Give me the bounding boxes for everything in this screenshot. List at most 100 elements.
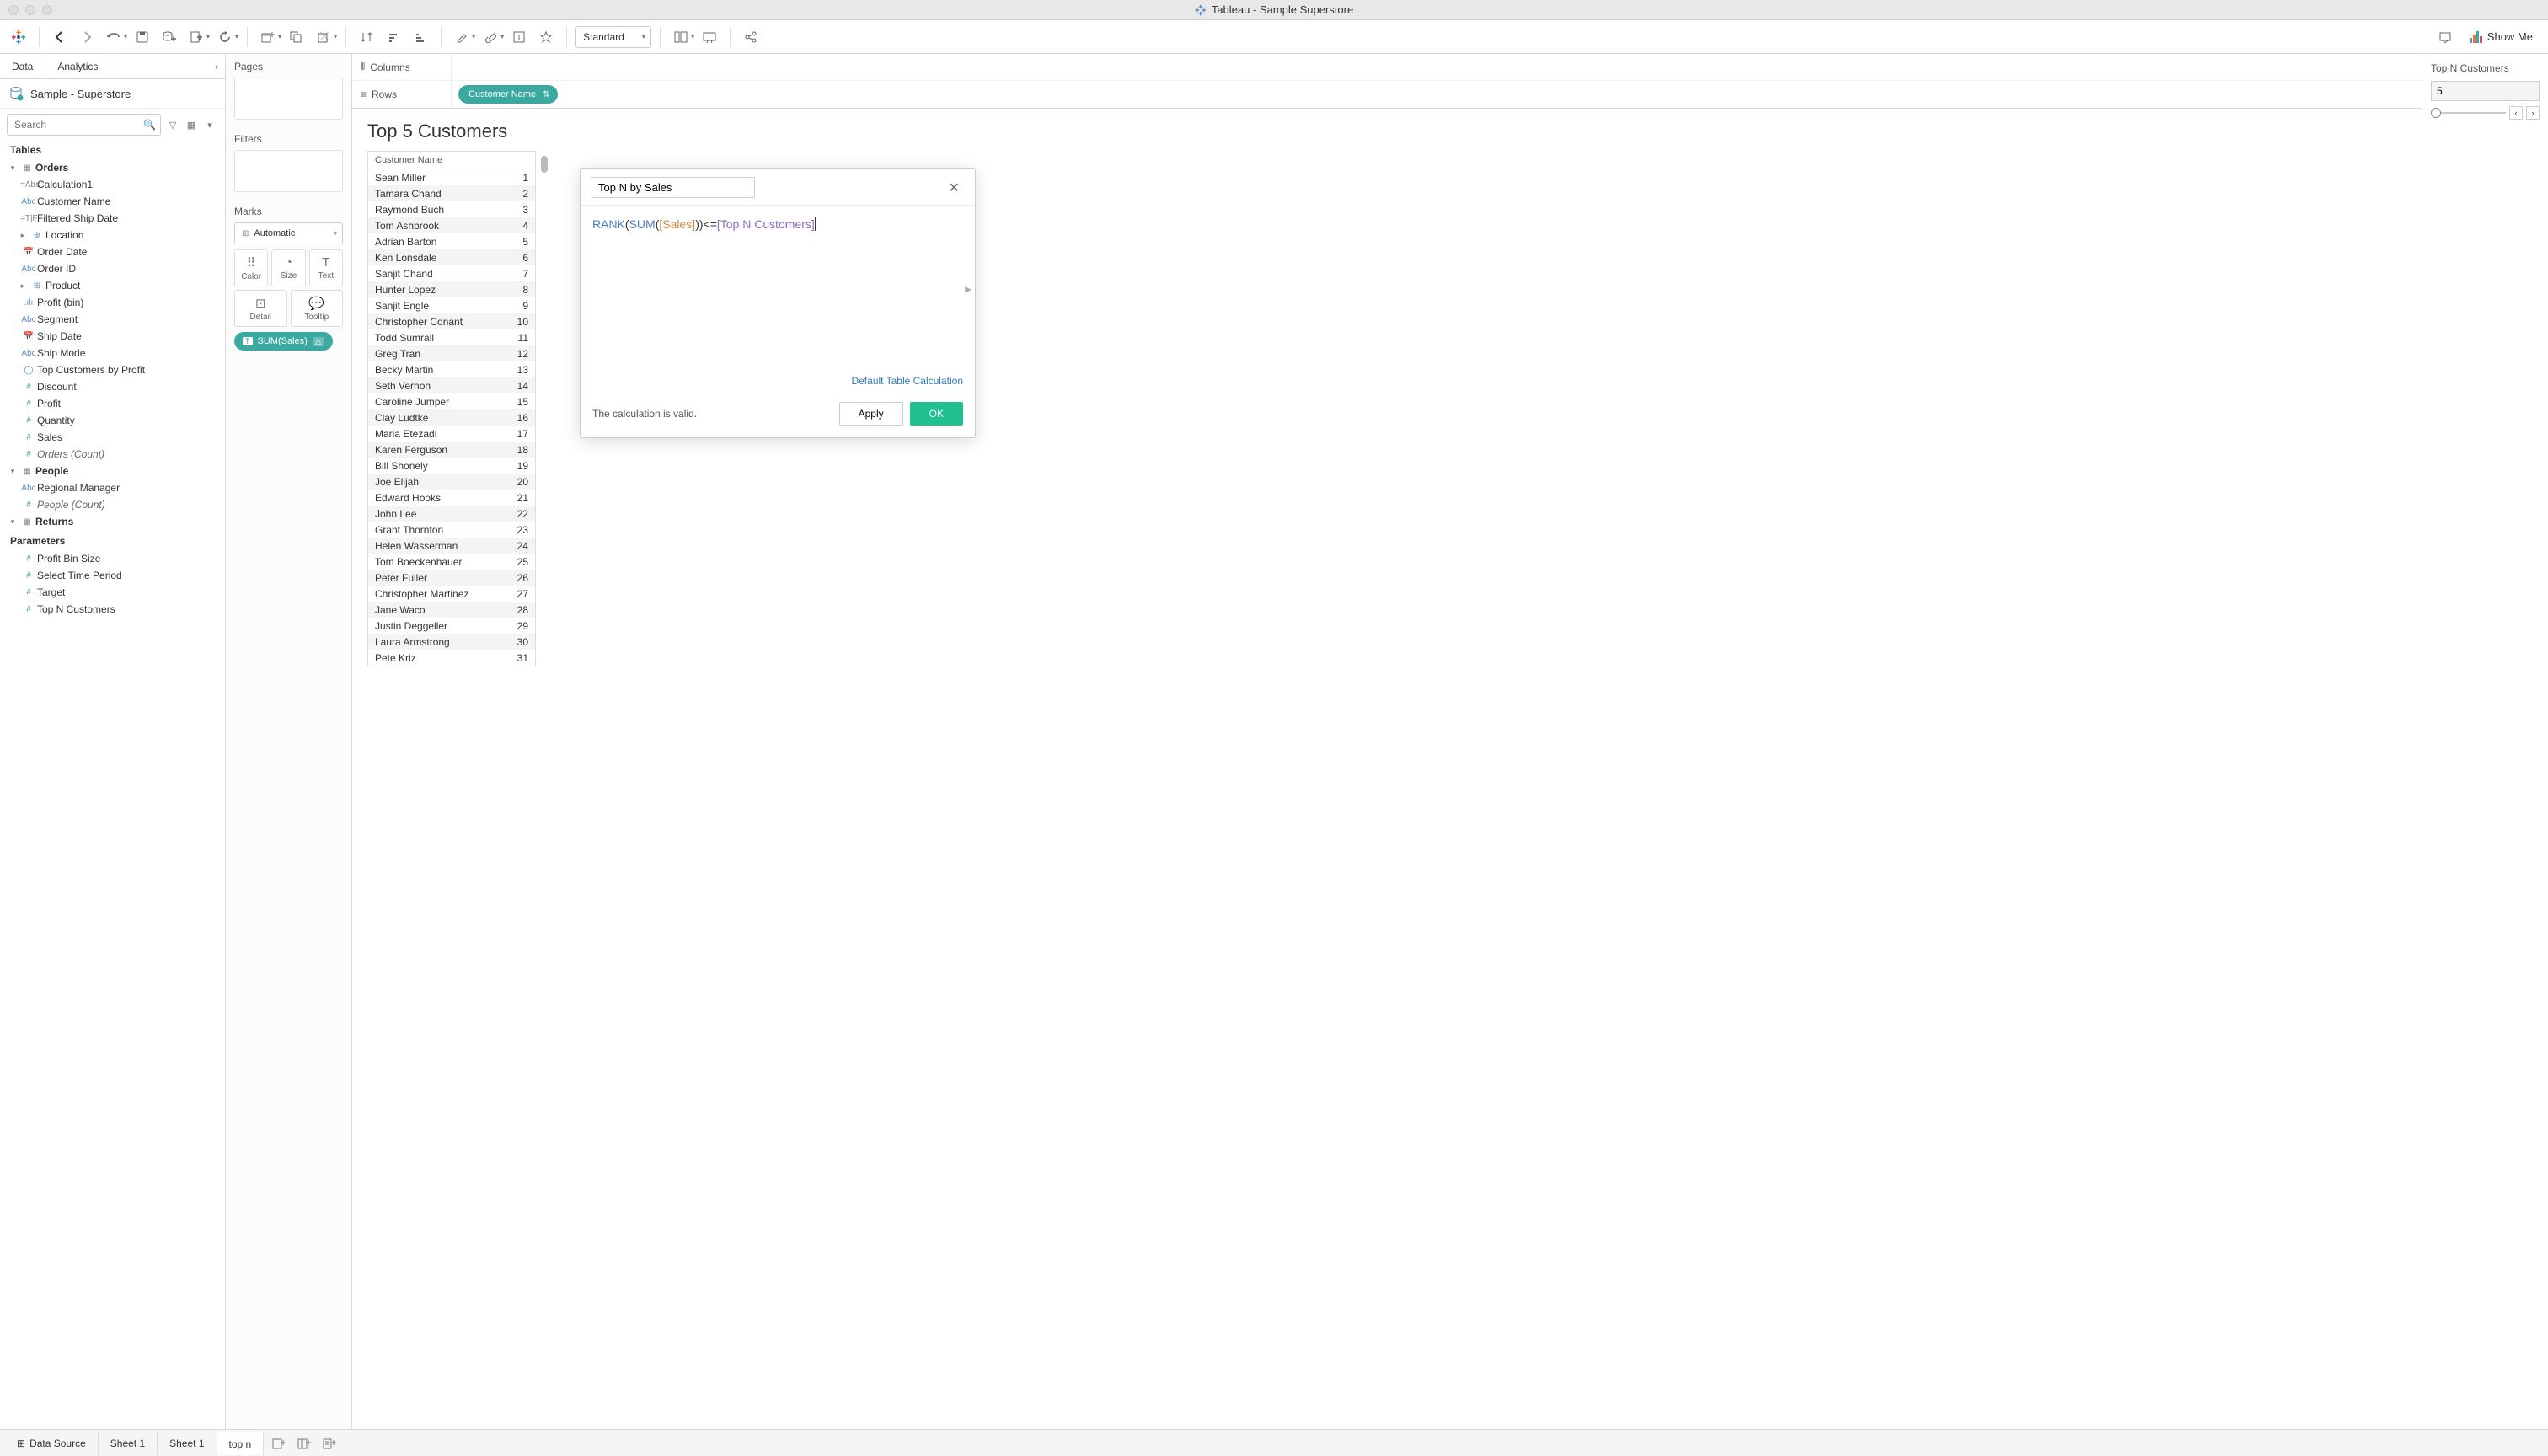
table-row[interactable]: Ken Lonsdale6 xyxy=(368,249,535,265)
parameter-top-n-customers[interactable]: #Top N Customers xyxy=(0,601,225,618)
back-button[interactable] xyxy=(48,25,72,49)
table-row[interactable]: Jane Waco28 xyxy=(368,602,535,618)
new-story-tab-button[interactable] xyxy=(318,1433,341,1453)
field-orders-count-[interactable]: #Orders (Count) xyxy=(0,446,225,463)
undo-history-button[interactable] xyxy=(102,25,126,49)
new-worksheet-button[interactable] xyxy=(256,25,280,49)
new-dashboard-tab-button[interactable] xyxy=(292,1433,316,1453)
ok-button[interactable]: OK xyxy=(910,402,963,426)
default-table-calculation-link[interactable]: Default Table Calculation xyxy=(851,375,963,387)
swap-button[interactable] xyxy=(355,25,378,49)
parameter-next-button[interactable]: › xyxy=(2526,106,2540,120)
viz-column-header[interactable]: Customer Name xyxy=(368,152,535,169)
table-row[interactable]: Tom Ashbrook4 xyxy=(368,217,535,233)
table-row[interactable]: Justin Deggeller29 xyxy=(368,618,535,634)
fit-mode-select[interactable]: Standard xyxy=(575,26,651,48)
marks-type-select[interactable]: ⊞Automatic xyxy=(234,222,343,244)
marks-size-button[interactable]: ◔Size xyxy=(271,249,305,286)
sort-asc-button[interactable] xyxy=(382,25,405,49)
table-row[interactable]: Becky Martin13 xyxy=(368,361,535,377)
sheet-tab-2[interactable]: Sheet 1 xyxy=(158,1432,217,1455)
refresh-button[interactable] xyxy=(213,25,237,49)
field-ship-mode[interactable]: AbcShip Mode xyxy=(0,345,225,361)
window-minimize-button[interactable] xyxy=(25,5,35,15)
table-row[interactable]: Hunter Lopez8 xyxy=(368,281,535,297)
clear-button[interactable] xyxy=(312,25,335,49)
field-order-date[interactable]: 📅Order Date xyxy=(0,244,225,260)
rows-pill-customer-name[interactable]: Customer Name ⇅ xyxy=(458,85,558,104)
sort-desc-button[interactable] xyxy=(409,25,432,49)
field-segment[interactable]: AbcSegment xyxy=(0,311,225,328)
field-discount[interactable]: #Discount xyxy=(0,378,225,395)
table-row[interactable]: Todd Sumrall11 xyxy=(368,329,535,345)
show-me-button[interactable]: Show Me xyxy=(2460,30,2541,44)
table-returns[interactable]: ▾▦Returns xyxy=(0,513,225,530)
share-button[interactable] xyxy=(739,25,763,49)
calculation-formula-editor[interactable]: RANK(SUM([Sales]))<=[Top N Customers] xyxy=(592,217,963,231)
marks-pill-sum-sales[interactable]: T SUM(Sales) △ xyxy=(234,332,333,351)
table-row[interactable]: Sean Miller1 xyxy=(368,169,535,185)
marks-text-button[interactable]: TText xyxy=(309,249,343,286)
group-button[interactable] xyxy=(479,25,502,49)
marks-color-button[interactable]: ⠿Color xyxy=(234,249,268,286)
table-row[interactable]: Helen Wasserman24 xyxy=(368,538,535,554)
viz-title[interactable]: Top 5 Customers xyxy=(367,120,536,142)
table-row[interactable]: John Lee22 xyxy=(368,506,535,522)
forward-button[interactable] xyxy=(75,25,99,49)
table-row[interactable]: Grant Thornton23 xyxy=(368,522,535,538)
parameter-prev-button[interactable]: ‹ xyxy=(2509,106,2523,120)
table-row[interactable]: Christopher Martinez27 xyxy=(368,586,535,602)
view-mode-button[interactable]: ▦ xyxy=(183,116,200,133)
field-product[interactable]: ▸⊞Product xyxy=(0,277,225,294)
marks-tooltip-button[interactable]: 💬Tooltip xyxy=(291,290,344,327)
field-sales[interactable]: #Sales xyxy=(0,429,225,446)
parameter-value-input[interactable] xyxy=(2431,81,2540,101)
table-row[interactable]: Maria Etezadi17 xyxy=(368,426,535,442)
pin-button[interactable] xyxy=(534,25,558,49)
table-row[interactable]: Pete Kriz31 xyxy=(368,650,535,666)
table-row[interactable]: Christopher Conant10 xyxy=(368,313,535,329)
show-cards-button[interactable] xyxy=(669,25,693,49)
search-input[interactable] xyxy=(7,114,161,136)
table-row[interactable]: Karen Ferguson18 xyxy=(368,442,535,458)
table-row[interactable]: Sanjit Chand7 xyxy=(368,265,535,281)
tab-analytics[interactable]: Analytics xyxy=(46,54,110,78)
fields-menu-button[interactable]: ▾ xyxy=(201,116,218,133)
sheet-tab-1[interactable]: Sheet 1 xyxy=(99,1432,158,1455)
field-regional-manager[interactable]: AbcRegional Manager xyxy=(0,479,225,496)
label-button[interactable]: T xyxy=(507,25,531,49)
rows-shelf[interactable]: Customer Name ⇅ xyxy=(452,85,2422,104)
table-row[interactable]: Peter Fuller26 xyxy=(368,570,535,586)
filter-fields-button[interactable]: ▽ xyxy=(164,116,181,133)
parameter-select-time-period[interactable]: #Select Time Period xyxy=(0,567,225,584)
table-row[interactable]: Adrian Barton5 xyxy=(368,233,535,249)
table-row[interactable]: Seth Vernon14 xyxy=(368,377,535,393)
data-source-tab[interactable]: ⊞Data Source xyxy=(5,1432,99,1455)
table-row[interactable]: Raymond Buch3 xyxy=(368,201,535,217)
parameter-slider[interactable] xyxy=(2431,112,2506,114)
table-row[interactable]: Laura Armstrong30 xyxy=(368,634,535,650)
table-row[interactable]: Tom Boeckenhauer25 xyxy=(368,554,535,570)
table-people[interactable]: ▾▦People xyxy=(0,463,225,479)
tab-data[interactable]: Data xyxy=(0,54,46,78)
field-profit[interactable]: #Profit xyxy=(0,395,225,412)
duplicate-button[interactable] xyxy=(285,25,308,49)
parameter-profit-bin-size[interactable]: #Profit Bin Size xyxy=(0,550,225,567)
field-location[interactable]: ▸⊕Location xyxy=(0,227,225,244)
table-row[interactable]: Bill Shonely19 xyxy=(368,458,535,474)
close-dialog-button[interactable]: ✕ xyxy=(944,178,965,198)
field-people-count-[interactable]: #People (Count) xyxy=(0,496,225,513)
field-filtered-ship-date[interactable]: =T|FFiltered Ship Date xyxy=(0,210,225,227)
tableau-start-button[interactable] xyxy=(7,25,30,49)
table-row[interactable]: Sanjit Engle9 xyxy=(368,297,535,313)
datasource-row[interactable]: Sample - Superstore xyxy=(0,79,225,109)
window-close-button[interactable] xyxy=(8,5,19,15)
field-ship-date[interactable]: 📅Ship Date xyxy=(0,328,225,345)
filters-shelf[interactable] xyxy=(234,150,343,192)
new-sheet-button[interactable] xyxy=(185,25,208,49)
pages-shelf[interactable] xyxy=(234,78,343,120)
save-button[interactable] xyxy=(131,25,154,49)
table-row[interactable]: Edward Hooks21 xyxy=(368,490,535,506)
sheet-tab-top-n[interactable]: top n xyxy=(217,1432,265,1455)
table-row[interactable]: Joe Elijah20 xyxy=(368,474,535,490)
